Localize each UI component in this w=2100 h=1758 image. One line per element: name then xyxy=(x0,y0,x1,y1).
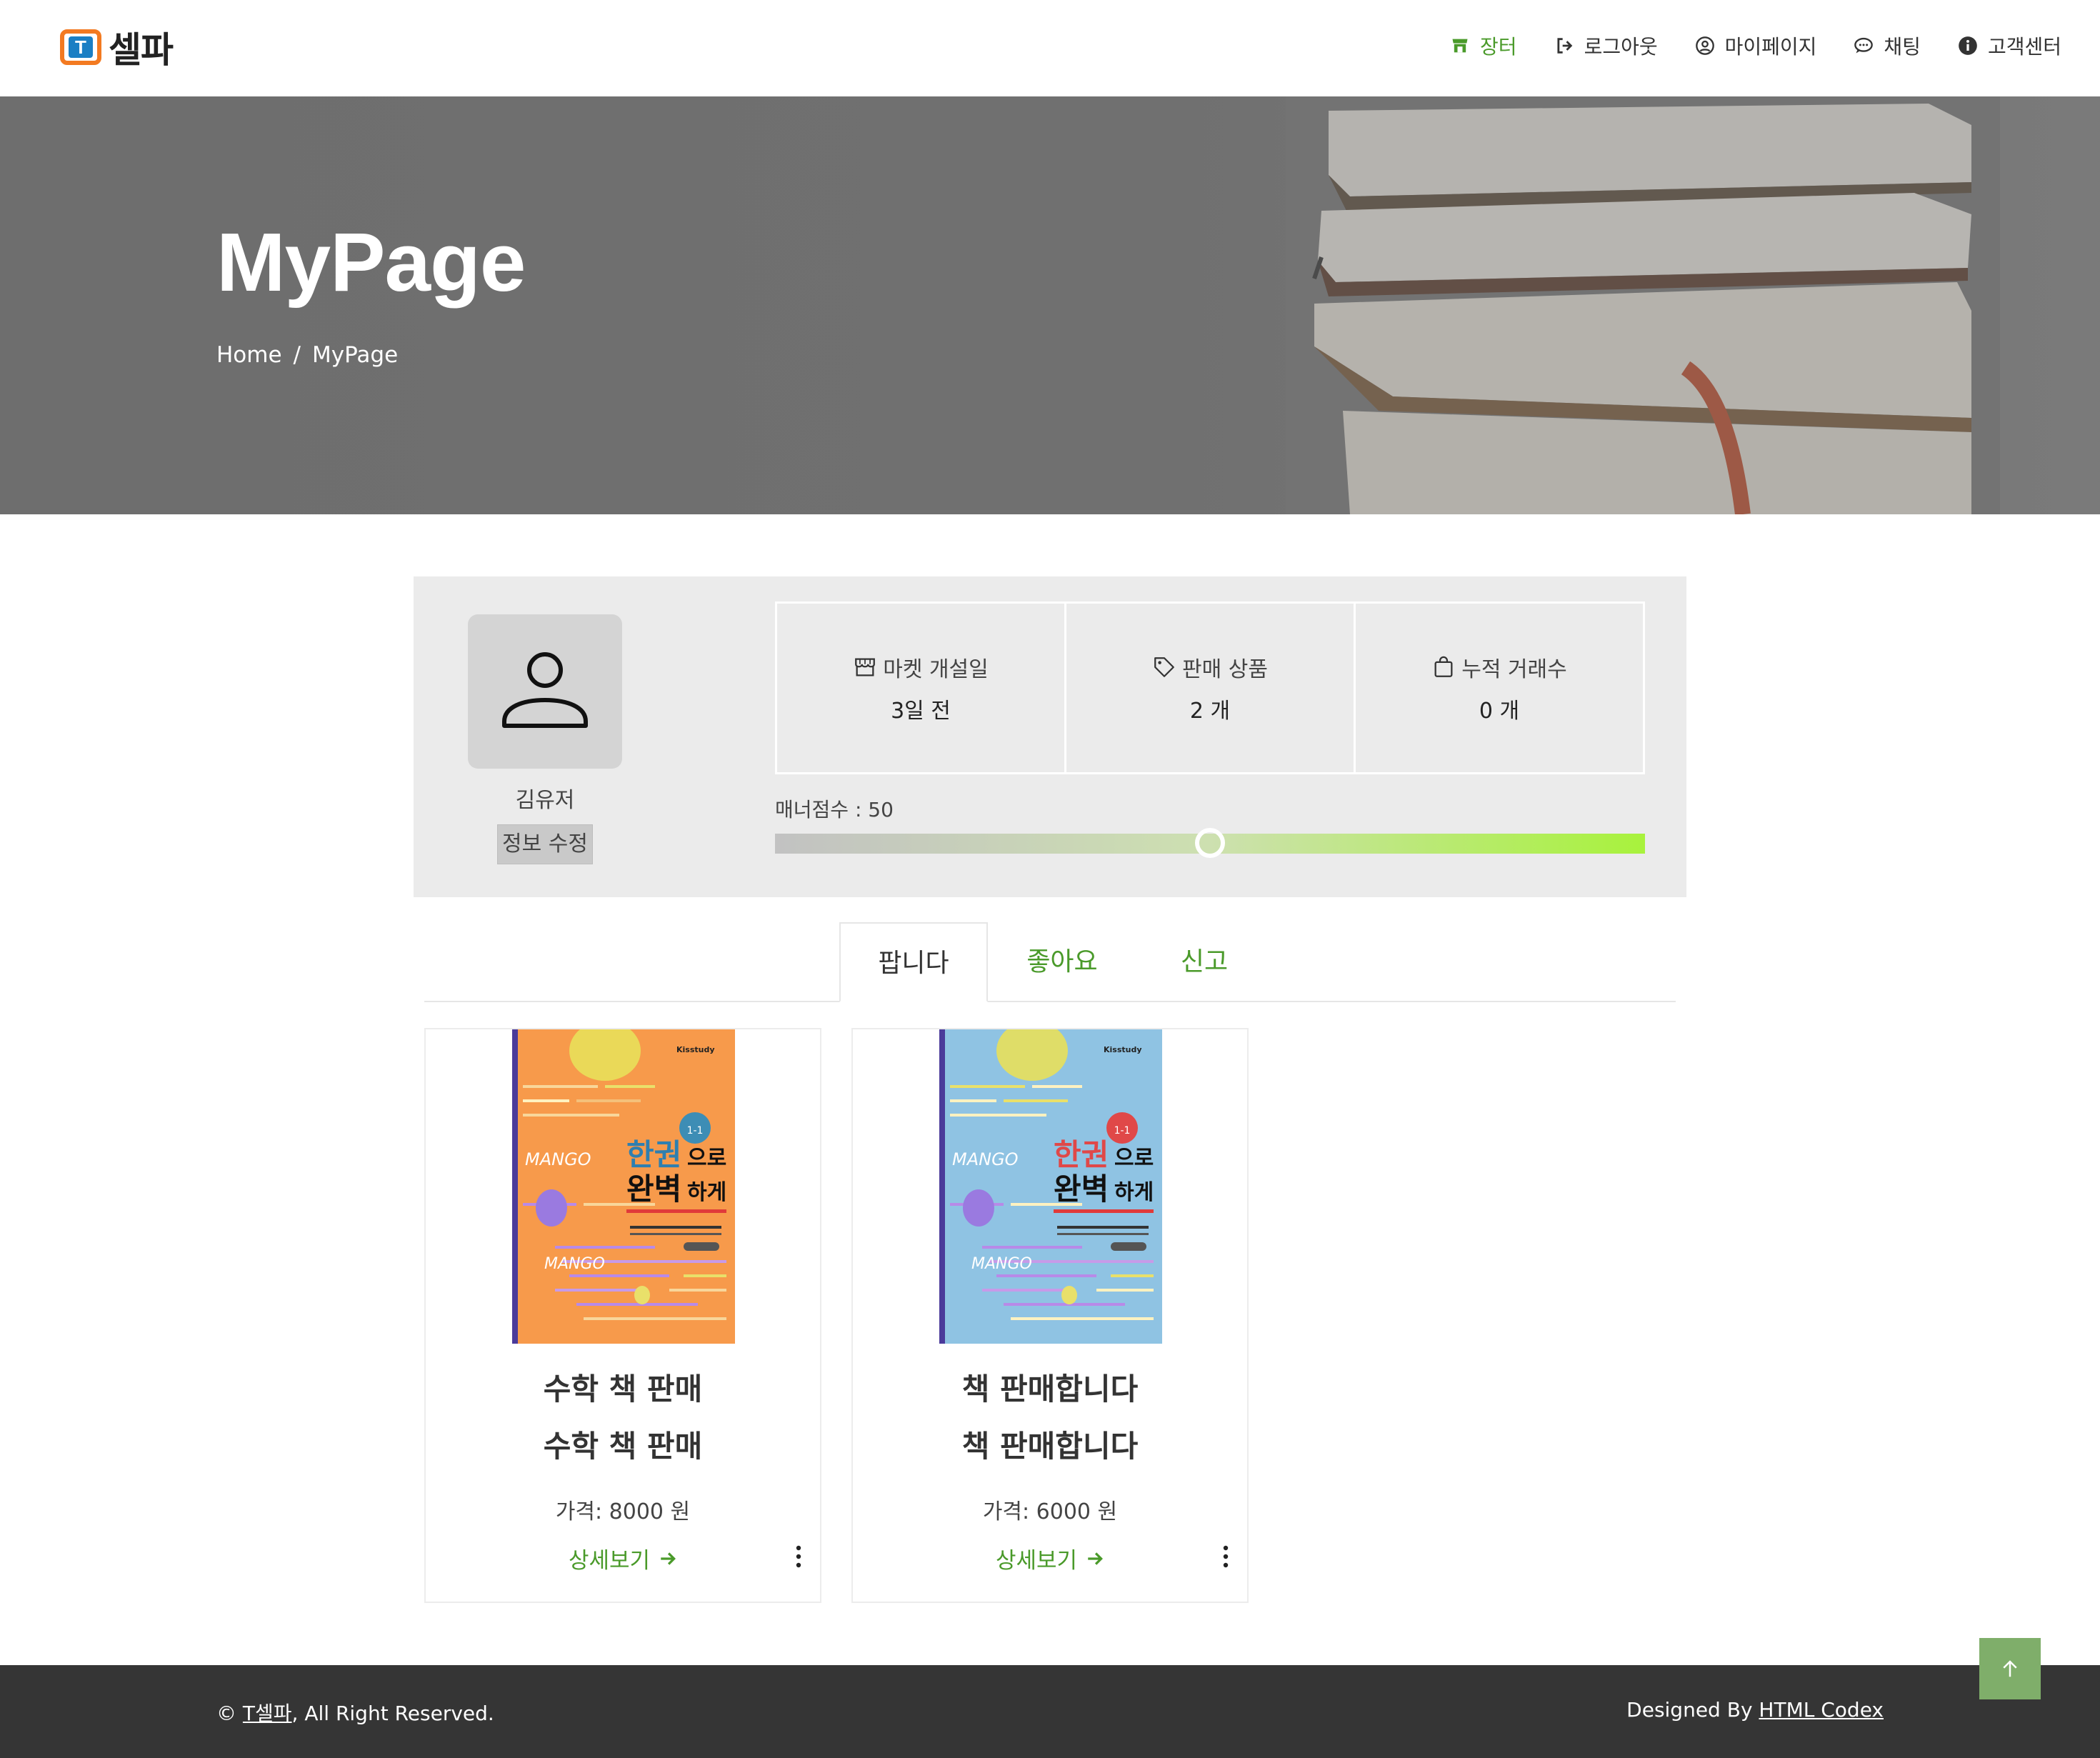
svg-text:한권: 한권 xyxy=(1054,1137,1109,1172)
svg-text:MANGO: MANGO xyxy=(971,1255,1032,1273)
profile-panel: 김유저 정보 수정 마켓 개설일 3일 전 판매 상품 2 개 누적 거래수 0… xyxy=(414,576,1686,897)
navbar: T 셀파 장터 로그아웃 마이페이지 채팅 고객센터 xyxy=(0,0,2100,96)
product-subtitle: 책 판매합니다 xyxy=(961,1429,1139,1464)
product-card[interactable]: MANGO MANGO Kisstudy 1-1 한권 으로 완벽 하게 책 판… xyxy=(851,1028,1249,1603)
arrow-up-icon xyxy=(2003,1660,2017,1677)
svg-text:완벽: 완벽 xyxy=(1054,1172,1109,1207)
stat-market-open: 마켓 개설일 3일 전 xyxy=(777,604,1066,772)
svg-text:으로: 으로 xyxy=(687,1146,726,1171)
stat-label: 판매 상품 xyxy=(1182,657,1268,682)
nav-item-support[interactable]: 고객센터 xyxy=(1958,31,2061,60)
footer-designer-link[interactable]: HTML Codex xyxy=(1759,1698,1884,1722)
product-title: 책 판매합니다 xyxy=(961,1372,1139,1407)
main-nav: 장터 로그아웃 마이페이지 채팅 고객센터 xyxy=(1450,31,2061,60)
hero-banner: MyPage Home / MyPage xyxy=(0,96,2100,514)
svg-text:하게: 하게 xyxy=(687,1180,726,1205)
brand-logo[interactable]: T 셀파 xyxy=(60,21,174,73)
username: 김유저 xyxy=(515,788,575,813)
breadcrumb-current: MyPage xyxy=(312,342,399,368)
back-to-top-button[interactable] xyxy=(1979,1638,2041,1699)
nav-item-market[interactable]: 장터 xyxy=(1450,31,1517,60)
breadcrumb-home-link[interactable]: Home xyxy=(216,342,282,368)
svg-text:MANGO: MANGO xyxy=(544,1255,605,1273)
product-title: 수학 책 판매 xyxy=(543,1372,703,1407)
stat-label: 누적 거래수 xyxy=(1461,657,1567,682)
brand-name: 셀파 xyxy=(109,29,174,71)
bag-icon xyxy=(1434,656,1453,677)
breadcrumb: Home / MyPage xyxy=(216,342,398,368)
page-title: MyPage xyxy=(216,216,526,309)
user-circle-icon xyxy=(1695,36,1714,55)
stats-box: 마켓 개설일 3일 전 판매 상품 2 개 누적 거래수 0 개 xyxy=(775,601,1645,774)
product-subtitle: 수학 책 판매 xyxy=(543,1429,703,1464)
tab-likes[interactable]: 좋아요 xyxy=(988,922,1136,1002)
product-price: 가격: 8000 원 xyxy=(555,1499,691,1524)
stat-products: 판매 상품 2 개 xyxy=(1066,604,1356,772)
detail-link[interactable]: 상세보기 xyxy=(853,1542,1247,1574)
stat-label: 마켓 개설일 xyxy=(883,657,989,682)
manner-score-label: 매너점수 : 50 xyxy=(775,798,894,821)
shop-icon xyxy=(855,658,876,676)
svg-text:Kisstudy: Kisstudy xyxy=(676,1045,715,1054)
svg-text:하게: 하게 xyxy=(1114,1180,1154,1205)
footer-copyright: © T셀파, All Right Reserved. xyxy=(216,1702,494,1725)
info-icon xyxy=(1959,36,1977,55)
svg-text:으로: 으로 xyxy=(1114,1146,1154,1171)
svg-text:1-1: 1-1 xyxy=(1114,1125,1131,1137)
store-icon xyxy=(1452,39,1468,53)
product-price: 가격: 6000 원 xyxy=(982,1499,1118,1524)
nav-item-mypage[interactable]: 마이페이지 xyxy=(1695,31,1816,60)
brand-mark-icon: T xyxy=(60,29,101,65)
svg-text:완벽: 완벽 xyxy=(626,1172,681,1207)
nav-item-chat[interactable]: 채팅 xyxy=(1854,31,1921,60)
detail-link[interactable]: 상세보기 xyxy=(426,1542,820,1574)
book-cover-image[interactable]: MANGO MANGO Kisstudy 1-1 한권 으로 완벽 하게 xyxy=(512,1029,735,1344)
manner-score-slider[interactable] xyxy=(775,828,1645,858)
arrow-right-icon xyxy=(1088,1552,1104,1565)
svg-text:한권: 한권 xyxy=(626,1137,681,1172)
logout-icon xyxy=(1556,38,1572,54)
stat-trades: 누적 거래수 0 개 xyxy=(1356,604,1643,772)
footer-credits: Designed By HTML Codex xyxy=(1626,1698,1884,1722)
stat-value: 0 개 xyxy=(1479,699,1520,724)
svg-text:MANGO: MANGO xyxy=(952,1149,1019,1169)
arrow-right-icon xyxy=(661,1552,676,1565)
chat-icon xyxy=(1854,37,1874,54)
books-stack-image xyxy=(1286,96,2000,514)
product-card[interactable]: MANGO MANGO Kisstudy 1-1 한권 으로 완벽 하게 수학 … xyxy=(424,1028,821,1603)
svg-text:1-1: 1-1 xyxy=(687,1125,704,1137)
svg-text:MANGO: MANGO xyxy=(525,1149,591,1169)
more-options-icon[interactable] xyxy=(791,1544,806,1569)
more-options-icon[interactable] xyxy=(1219,1544,1233,1569)
stat-value: 2 개 xyxy=(1189,699,1231,724)
footer: © T셀파, All Right Reserved. Designed By H… xyxy=(0,1665,2100,1758)
tag-icon xyxy=(1154,657,1174,677)
breadcrumb-separator: / xyxy=(293,342,301,368)
tab-reports[interactable]: 신고 xyxy=(1136,922,1272,1002)
product-tabs: 팝니다 좋아요 신고 xyxy=(424,922,1676,1002)
stat-value: 3일 전 xyxy=(891,699,951,724)
book-cover-image[interactable]: MANGO MANGO Kisstudy 1-1 한권 으로 완벽 하게 xyxy=(939,1029,1162,1344)
footer-site-link[interactable]: T셀파 xyxy=(243,1702,292,1725)
manner-slider-knob[interactable] xyxy=(1195,828,1225,858)
nav-item-logout[interactable]: 로그아웃 xyxy=(1554,31,1658,60)
svg-text:Kisstudy: Kisstudy xyxy=(1104,1045,1142,1054)
person-icon xyxy=(502,652,588,728)
avatar xyxy=(468,614,622,769)
edit-profile-button[interactable]: 정보 수정 xyxy=(497,824,593,864)
tab-selling[interactable]: 팝니다 xyxy=(839,922,988,1002)
